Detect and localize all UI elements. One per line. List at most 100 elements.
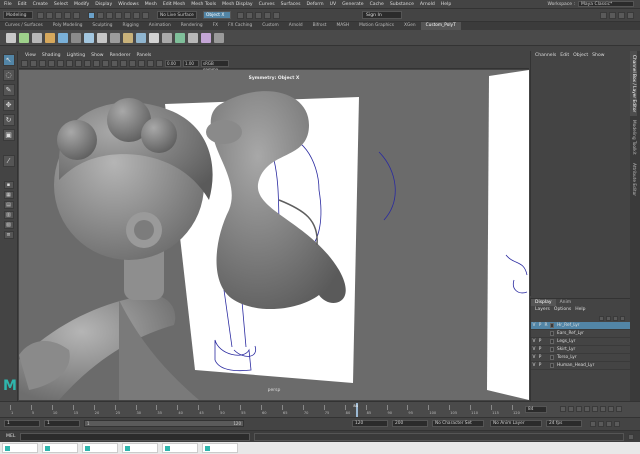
menu-edit-mesh[interactable]: Edit Mesh xyxy=(163,2,185,7)
render-settings-icon[interactable] xyxy=(255,11,262,19)
shelf-tab-xgen[interactable]: XGen xyxy=(399,22,421,30)
taskbar-window[interactable] xyxy=(42,443,78,453)
select-object-icon[interactable] xyxy=(97,11,104,19)
hypershade-icon[interactable] xyxy=(264,11,271,19)
ipr-render-icon[interactable] xyxy=(246,11,253,19)
taskbar-window[interactable] xyxy=(82,443,118,453)
grid-toggle-icon[interactable] xyxy=(57,60,64,67)
viewport-3d[interactable]: Symmetry: Object X persp xyxy=(19,70,529,400)
layer-name[interactable]: Ears_Ref_Lyr xyxy=(557,331,584,336)
polygon-cylinder-icon[interactable] xyxy=(19,32,29,43)
go-to-start-icon[interactable] xyxy=(560,406,566,412)
character-set-dropdown[interactable]: No Character Set xyxy=(432,420,484,427)
range-slider-bar[interactable]: 1 120 xyxy=(84,420,244,427)
playback-end-field[interactable]: 120 xyxy=(352,420,388,427)
combine-icon[interactable] xyxy=(97,32,107,43)
menu-set-dropdown[interactable]: Modeling xyxy=(3,11,33,19)
select-tool-icon[interactable]: ↖ xyxy=(2,54,15,66)
image-plane-icon[interactable] xyxy=(48,60,55,67)
symmetry-dropdown[interactable]: Object X xyxy=(203,11,231,19)
menu-curves[interactable]: Curves xyxy=(259,2,275,7)
move-layer-up-icon[interactable] xyxy=(599,315,604,321)
layer-name[interactable]: Skirt_Lyr xyxy=(557,347,575,352)
layer-name[interactable]: Legs_Lyr xyxy=(557,339,575,344)
layer-playback-toggle[interactable]: P xyxy=(537,347,543,352)
menu-select[interactable]: Select xyxy=(54,2,68,7)
bevel-icon[interactable] xyxy=(71,32,81,43)
play-backwards-icon[interactable] xyxy=(584,406,590,412)
persp-graph-icon[interactable]: ▥ xyxy=(3,211,14,219)
layer-menu-help[interactable]: Help xyxy=(575,306,585,314)
layer-row[interactable]: V P Legs_Lyr xyxy=(531,338,630,346)
new-layer-selected-icon[interactable] xyxy=(620,315,625,321)
shelf-tab-custom-polyt[interactable]: Custom_PolyT xyxy=(420,22,461,30)
paint-select-icon[interactable]: ✎ xyxy=(2,84,15,96)
side-tab-modeling-toolkit[interactable]: Modeling Toolkit xyxy=(630,116,637,159)
mel-input[interactable] xyxy=(20,432,250,441)
shelf-tab-rigging[interactable]: Rigging xyxy=(118,22,144,30)
side-tab-attribute-editor[interactable]: Attribute Editor xyxy=(630,159,637,200)
menu-windows[interactable]: Windows xyxy=(118,2,139,7)
layer-menu-layers[interactable]: Layers xyxy=(535,306,550,314)
menu-arnold[interactable]: Arnold xyxy=(420,2,435,7)
play-forwards-icon[interactable] xyxy=(592,406,598,412)
sound-icon[interactable] xyxy=(606,421,612,427)
live-surface-field[interactable]: No Live Surface xyxy=(157,11,197,19)
layer-row[interactable]: V P Skirt_Lyr xyxy=(531,346,630,354)
playback-start-field[interactable]: 1 xyxy=(44,420,80,427)
animation-end-field[interactable]: 200 xyxy=(392,420,428,427)
freeze-transform-icon[interactable] xyxy=(201,32,211,43)
taskbar-window[interactable] xyxy=(2,443,38,453)
render-view-icon[interactable] xyxy=(273,11,280,19)
taskbar-window[interactable] xyxy=(202,443,238,453)
layer-row[interactable]: Ears_Ref_Lyr xyxy=(531,330,630,338)
bookmark-icon[interactable] xyxy=(39,60,46,67)
menu-uv[interactable]: UV xyxy=(330,2,337,7)
menu-mesh[interactable]: Mesh xyxy=(145,2,157,7)
camera-select-icon[interactable] xyxy=(21,60,28,67)
auto-key-icon[interactable] xyxy=(598,421,604,427)
insert-edge-loop-icon[interactable] xyxy=(136,32,146,43)
gamma-field[interactable]: 1.00 xyxy=(183,60,199,67)
menu-edit[interactable]: Edit xyxy=(18,2,27,7)
step-forward-frame-icon[interactable] xyxy=(600,406,606,412)
polygon-plane-icon[interactable] xyxy=(32,32,42,43)
shelf-tab-motion-graphics[interactable]: Motion Graphics xyxy=(354,22,399,30)
layer-color-swatch[interactable] xyxy=(550,339,554,344)
loop-icon[interactable] xyxy=(590,421,596,427)
viewport-menu-renderer[interactable]: Renderer xyxy=(110,53,131,58)
snap-surface-icon[interactable] xyxy=(142,11,149,19)
channel-box-icon[interactable] xyxy=(627,11,634,19)
save-scene-icon[interactable] xyxy=(55,11,62,19)
modeling-toolkit-icon[interactable] xyxy=(600,11,607,19)
layer-reference-toggle[interactable]: R xyxy=(543,323,549,328)
persp-outliner-icon[interactable]: ▤ xyxy=(3,201,14,209)
select-component-icon[interactable] xyxy=(106,11,113,19)
polygon-sphere-icon[interactable] xyxy=(45,32,55,43)
layer-name[interactable]: Hr_Ref_Lyr xyxy=(557,323,580,328)
menu-surfaces[interactable]: Surfaces xyxy=(281,2,301,7)
step-forward-key-icon[interactable] xyxy=(608,406,614,412)
undo-icon[interactable] xyxy=(64,11,71,19)
viewport-menu-view[interactable]: View xyxy=(25,53,36,58)
layer-color-swatch[interactable] xyxy=(550,331,554,336)
xray-icon[interactable] xyxy=(156,60,163,67)
delete-history-icon[interactable] xyxy=(214,32,224,43)
menu-create[interactable]: Create xyxy=(33,2,48,7)
shelf-tab-rendering[interactable]: Rendering xyxy=(176,22,208,30)
shelf-tab-bifrost[interactable]: Bifrost xyxy=(308,22,332,30)
step-back-frame-icon[interactable] xyxy=(576,406,582,412)
viewport-menu-show[interactable]: Show xyxy=(91,53,103,58)
smooth-icon[interactable] xyxy=(175,32,185,43)
channel-menu-edit[interactable]: Edit xyxy=(560,51,569,61)
lasso-tool-icon[interactable]: ◌ xyxy=(2,69,15,81)
menu-display[interactable]: Display xyxy=(95,2,112,7)
rotate-tool-icon[interactable]: ↻ xyxy=(2,114,15,126)
tool-settings-icon[interactable] xyxy=(618,11,625,19)
bridge-icon[interactable] xyxy=(84,32,94,43)
layer-playback-toggle[interactable]: P xyxy=(537,339,543,344)
move-tool-icon[interactable]: ✥ xyxy=(2,99,15,111)
layer-color-swatch[interactable] xyxy=(550,363,554,368)
side-tab-channel-box-layer-editor[interactable]: Channel Box / Layer Editor xyxy=(630,51,637,117)
preferences-icon[interactable] xyxy=(614,421,620,427)
